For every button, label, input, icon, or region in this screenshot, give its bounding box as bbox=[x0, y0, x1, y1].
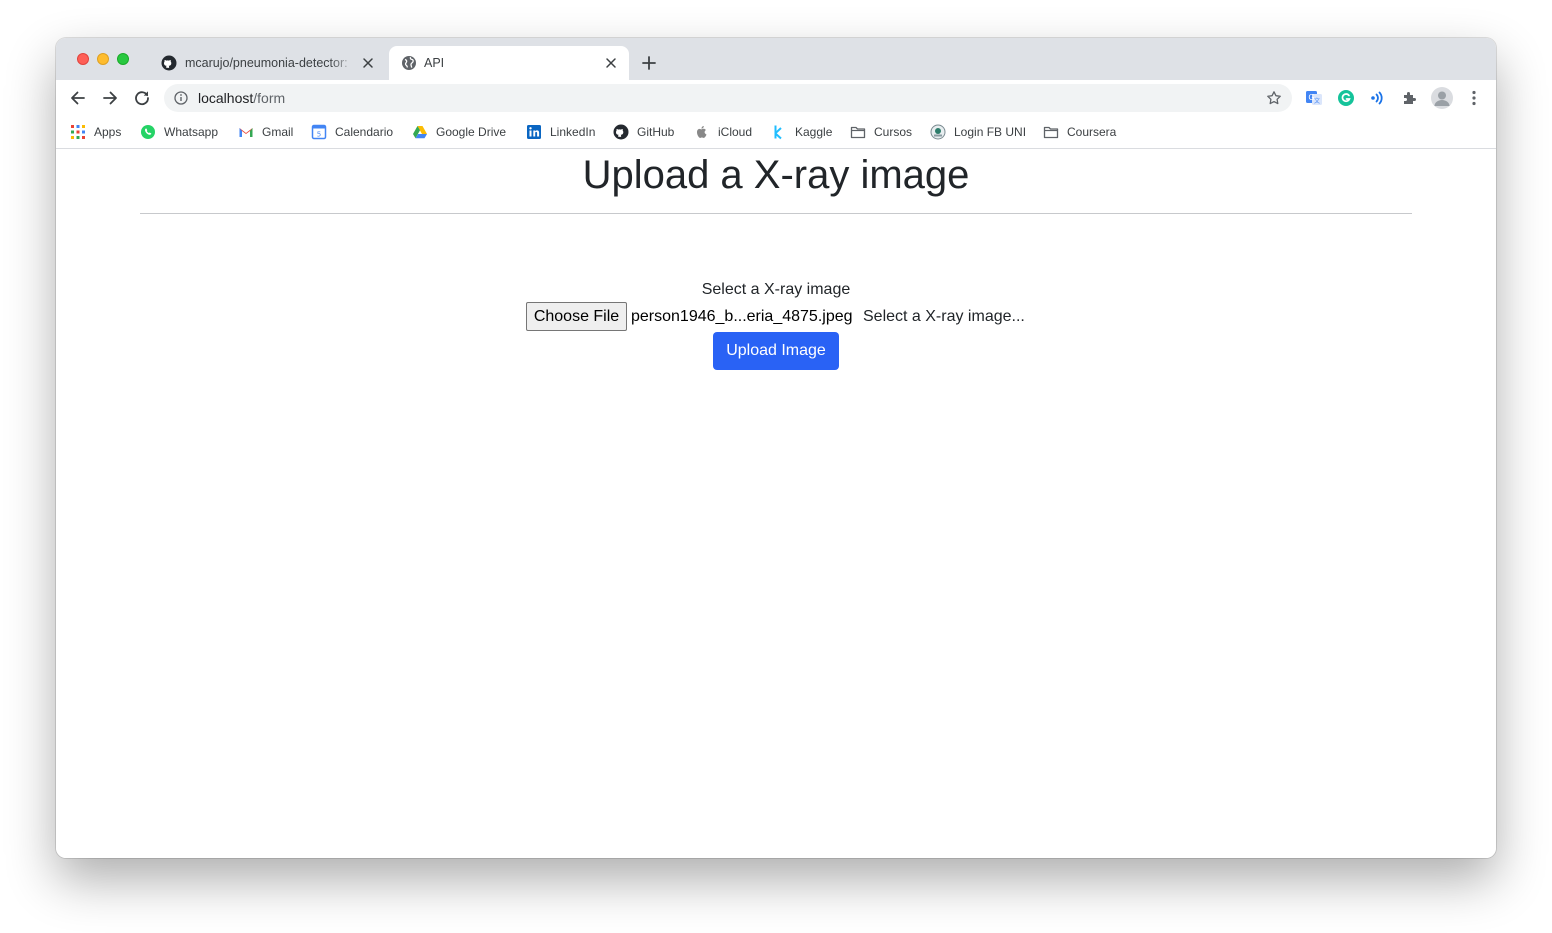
folder-icon bbox=[850, 126, 866, 139]
bookmark-label: GitHub bbox=[637, 125, 675, 139]
file-input[interactable]: Choose File person1946_b...eria_4875.jpe… bbox=[526, 302, 1046, 332]
close-tab-icon[interactable] bbox=[361, 56, 375, 70]
bookmark-gmail[interactable]: Gmail bbox=[238, 124, 293, 140]
read-aloud-icon[interactable] bbox=[1369, 89, 1387, 107]
bookmark-github[interactable]: GitHub bbox=[613, 124, 674, 140]
google-drive-icon bbox=[413, 126, 427, 139]
bookmark-google-drive[interactable]: Google Drive bbox=[412, 124, 506, 140]
uni-logo-icon bbox=[930, 124, 946, 140]
bookmark-label: Login FB UNI bbox=[954, 125, 1027, 139]
folder-icon bbox=[1043, 126, 1059, 139]
tab-strip: mcarujo/pneumonia-detector: API bbox=[56, 38, 1496, 80]
person-icon bbox=[1434, 91, 1450, 106]
bookmark-icloud[interactable]: iCloud bbox=[694, 124, 752, 140]
menu-kebab-icon[interactable] bbox=[1465, 89, 1483, 107]
divider bbox=[140, 213, 1412, 214]
bookmark-linkedin[interactable]: LinkedIn bbox=[526, 124, 595, 140]
extensions-puzzle-icon[interactable] bbox=[1401, 89, 1419, 107]
tab-title: API bbox=[424, 56, 445, 70]
upload-image-button[interactable]: Upload Image bbox=[713, 332, 839, 370]
bookmark-label: Gmail bbox=[262, 125, 294, 139]
profile-avatar[interactable] bbox=[1431, 87, 1453, 109]
browser-window: mcarujo/pneumonia-detector: API localhos… bbox=[56, 38, 1496, 858]
browser-toolbar: localhost/form G 文 bbox=[56, 80, 1496, 116]
github-icon bbox=[161, 55, 177, 71]
url-host: localhost bbox=[198, 90, 254, 106]
bookmark-coursera[interactable]: Coursera bbox=[1043, 124, 1116, 140]
tab-github-repo[interactable]: mcarujo/pneumonia-detector: bbox=[150, 46, 386, 80]
minimize-window-button[interactable] bbox=[97, 53, 109, 65]
bookmark-label: Kaggle bbox=[795, 125, 833, 139]
bookmark-label: Google Drive bbox=[436, 125, 507, 139]
bookmark-cursos[interactable]: Cursos bbox=[850, 124, 912, 140]
svg-text:5: 5 bbox=[317, 131, 321, 139]
calendar-icon: 5 bbox=[311, 124, 327, 140]
bookmark-label: Coursera bbox=[1067, 125, 1117, 139]
linkedin-icon bbox=[527, 125, 541, 139]
bookmarks-bar: Apps Whatsapp Gmail 5 Calendario Google … bbox=[56, 116, 1496, 149]
file-input-label: Select a X-ray image bbox=[701, 281, 851, 298]
url-path: /form bbox=[253, 90, 286, 106]
page-content: Upload a X-ray image Select a X-ray imag… bbox=[56, 149, 1496, 858]
bookmark-login-fb-uni[interactable]: Login FB UNI bbox=[930, 124, 1026, 140]
bookmark-label: Apps bbox=[94, 125, 122, 139]
reload-icon[interactable] bbox=[133, 89, 151, 107]
close-tab-icon[interactable] bbox=[604, 56, 618, 70]
url-text: localhost/form bbox=[198, 91, 285, 106]
apple-icon bbox=[697, 126, 707, 138]
bookmark-kaggle[interactable]: Kaggle bbox=[771, 124, 832, 140]
back-arrow-icon[interactable] bbox=[69, 89, 87, 107]
bookmark-apps[interactable]: Apps bbox=[70, 124, 121, 140]
globe-icon bbox=[402, 56, 416, 70]
new-tab-icon[interactable] bbox=[641, 55, 657, 71]
gmail-icon bbox=[239, 128, 253, 137]
bookmark-label: Whatsapp bbox=[164, 125, 219, 139]
page-title: Upload a X-ray image bbox=[582, 153, 970, 197]
bookmark-label: Calendario bbox=[335, 125, 394, 139]
file-input-placeholder: Select a X-ray image... bbox=[863, 308, 1025, 325]
bookmark-label: Cursos bbox=[874, 125, 913, 139]
tab-title: mcarujo/pneumonia-detector: bbox=[185, 56, 348, 70]
grammarly-icon[interactable] bbox=[1337, 89, 1355, 107]
bookmark-star-icon[interactable] bbox=[1266, 90, 1282, 106]
forward-arrow-icon[interactable] bbox=[101, 89, 119, 107]
maximize-window-button[interactable] bbox=[117, 53, 129, 65]
apps-grid-icon bbox=[71, 125, 85, 139]
bookmark-label: iCloud bbox=[718, 125, 753, 139]
whatsapp-icon bbox=[141, 125, 155, 139]
github-icon bbox=[613, 124, 629, 140]
kaggle-icon bbox=[774, 125, 782, 140]
svg-text:文: 文 bbox=[1314, 97, 1320, 105]
bookmark-whatsapp[interactable]: Whatsapp bbox=[140, 124, 218, 140]
address-bar[interactable]: localhost/form bbox=[164, 84, 1292, 112]
close-window-button[interactable] bbox=[77, 53, 89, 65]
choose-file-button[interactable]: Choose File bbox=[526, 302, 627, 331]
tab-api[interactable]: API bbox=[389, 46, 629, 80]
bookmark-label: LinkedIn bbox=[550, 125, 596, 139]
google-translate-icon[interactable]: G 文 bbox=[1305, 89, 1323, 107]
bookmark-calendario[interactable]: 5 Calendario bbox=[311, 124, 393, 140]
selected-file-name: person1946_b...eria_4875.jpeg bbox=[631, 308, 853, 325]
site-info-icon[interactable] bbox=[174, 91, 188, 105]
